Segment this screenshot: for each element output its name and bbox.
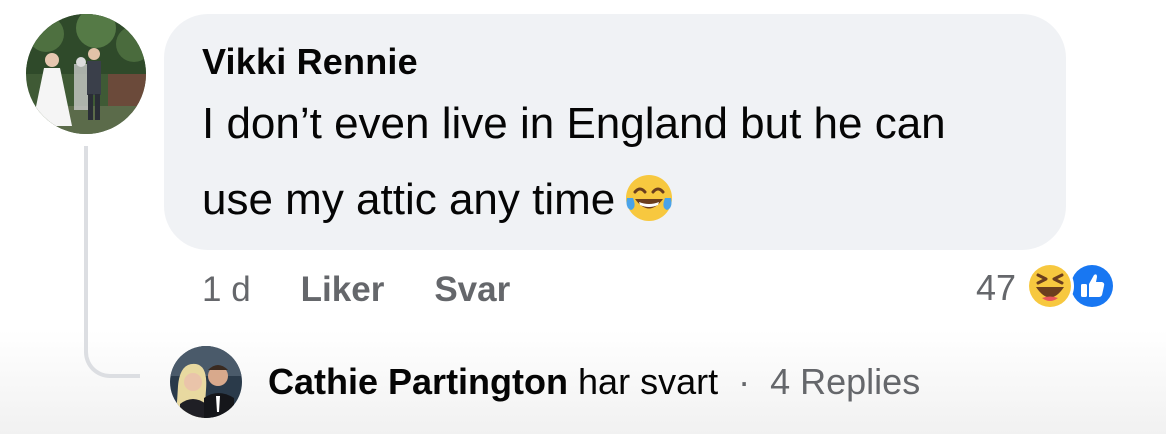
comment-meta-bar: 1 d Liker Svar [202, 268, 560, 312]
like-button[interactable]: Liker [301, 270, 385, 310]
view-replies-row[interactable]: Cathie Partington har svart · 4 Replies [170, 346, 920, 418]
comment-bubble: Vikki Rennie I don’t even live in Englan… [164, 14, 1066, 250]
comment-text-line-2-content: use my attic any time [202, 175, 616, 224]
reply-thread-line [84, 146, 140, 378]
comment-author-name[interactable]: Vikki Rennie [202, 40, 1026, 84]
comment-text-line-2: use my attic any time [202, 162, 1026, 248]
replier-name[interactable]: Cathie Partington [268, 361, 568, 402]
comment-text-line-1: I don’t even live in England but he can [202, 99, 946, 148]
replier-avatar[interactable] [170, 346, 242, 418]
reaction-summary[interactable]: 47 [976, 260, 1118, 317]
replies-count-link[interactable]: 4 Replies [770, 361, 920, 402]
reply-button[interactable]: Svar [434, 270, 510, 310]
couple-photo-icon [170, 346, 242, 418]
wedding-photo-icon [26, 14, 146, 134]
commenter-avatar[interactable] [26, 14, 146, 134]
face-with-tears-of-joy-icon [623, 172, 675, 248]
haha-reaction-icon [1024, 260, 1076, 317]
comment-text: I don’t even live in England but he can … [202, 86, 1026, 248]
replied-verb: har svart [578, 361, 719, 402]
replies-summary-text[interactable]: Cathie Partington har svart · 4 Replies [268, 361, 920, 403]
reaction-count: 47 [976, 267, 1017, 308]
separator-dot: · [738, 361, 751, 402]
comment-timestamp[interactable]: 1 d [202, 270, 251, 310]
